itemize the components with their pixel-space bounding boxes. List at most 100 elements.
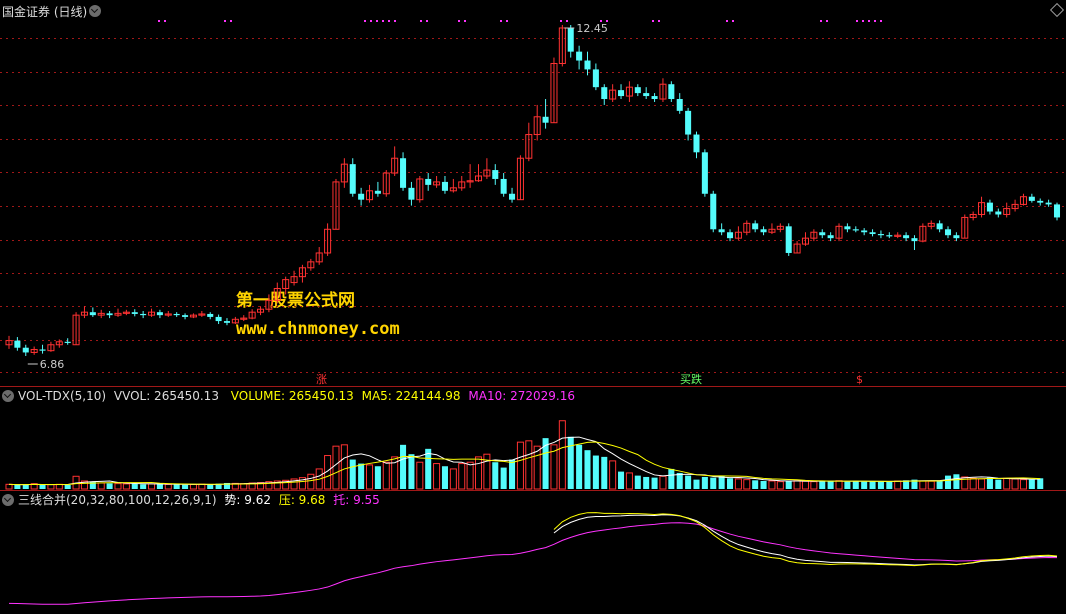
volume-bar-down [1037,478,1044,489]
candle-body-down [492,170,499,179]
candle-body-down [634,87,641,94]
volume-bar-up [114,483,122,490]
candle-body-down [701,152,708,194]
volume-bar-down [173,484,180,489]
candle-body-down [182,315,189,317]
signal-dot [726,20,728,22]
stock-chart-svg: 12.45 6.86 涨 买跌 $ [0,20,1066,605]
volume-bar-up [474,456,483,490]
volume-bar-up [122,483,130,490]
candle-body-down [903,235,910,239]
volume-bar-up [97,482,105,490]
volume-bar-up [458,463,466,490]
volume-ma5-line [8,436,1041,486]
signal-dot [820,20,822,22]
signal-dot [506,20,508,22]
volume-bar-down [441,466,448,489]
candle-body-down [710,193,717,230]
volume-bar-down [64,484,71,489]
volume-bar-down [601,456,608,489]
volume-bar-down [567,436,574,489]
volume-bar-down [584,450,591,489]
volume-bar-down [500,467,507,489]
candle-body-down [64,341,71,343]
volume-bar-up [189,483,197,490]
volume-bar-down [986,477,993,489]
volume-bar-down [634,475,641,489]
signal-sell: $ [856,373,863,386]
volume-bar-up [558,420,566,490]
candle-body-down [986,202,993,212]
candle-body-down [827,235,834,239]
volume-ma10-line [8,441,1041,486]
candle-body-down [861,230,868,233]
candle-body-down [953,235,960,239]
signal-rise: 涨 [316,373,327,386]
volume-bar-up [47,484,55,490]
volume-bar-up [793,480,801,490]
volume-bar-up [307,473,315,490]
volume-bar-down [819,480,826,489]
volume-bar-down [643,476,650,489]
volume-bar-up [743,479,751,490]
volume-bar-down [936,480,943,489]
volume-bar-up [449,468,457,490]
candle-body-down [685,110,692,135]
candle-body-down [869,232,876,235]
candle-body-down [886,235,893,237]
volume-bar-down [140,484,147,489]
volume-bar-down [752,480,759,489]
signal-dot [370,20,372,22]
volume-bar-down [349,459,356,489]
candle-body-down [643,93,650,97]
volume-bar-up [734,478,742,490]
candle-body-down [668,84,675,100]
candle-body-down [207,313,214,317]
volume-bar-down [618,471,625,489]
min-price-label: 6.86 [40,358,65,371]
volume-bar-down [14,484,21,489]
ya-line [553,512,1058,567]
signal-dot [566,20,568,22]
candle-body-down [576,51,583,61]
signal-dot [560,20,562,22]
candle-body-down [567,27,574,52]
volume-bar-down [425,448,432,489]
candle-body-down [400,158,407,188]
volume-bar-down [861,481,868,489]
volume-bar-down [509,459,516,489]
signal-dot [224,20,226,22]
volume-bar-down [886,481,893,489]
volume-bar-down [710,477,717,489]
volume-bar-down [592,455,599,489]
candle-body-down [425,178,432,185]
volume-bar-up [1019,479,1027,490]
volume-bar-up [148,483,156,490]
candle-body-down [752,223,759,230]
volume-bar-down [39,484,46,489]
volume-bar-up [810,481,818,490]
signal-dot [856,20,858,22]
candle-body-down [500,178,507,194]
candle-body-down [601,87,608,100]
shi-line [553,514,1058,566]
candle-body-down [727,232,734,239]
signal-buy-fall: 买跌 [680,372,702,386]
volume-bar-up [894,480,902,490]
volume-bar-down [701,476,708,489]
volume-bar-up [1003,477,1011,490]
signal-dot [420,20,422,22]
volume-bar-down [869,481,876,489]
volume-bar-up [332,445,340,490]
candle-body-down [1037,200,1044,203]
volume-bar-up [835,480,843,490]
volume-bar-down [995,479,1002,489]
volume-bar-up [466,461,474,490]
signal-dot [500,20,502,22]
signal-dot [880,20,882,22]
volume-bar-up [365,464,374,490]
volume-bar-down [827,481,834,489]
volume-bar-up [609,460,617,490]
volume-bar-down [760,480,767,489]
signal-dot [826,20,828,22]
